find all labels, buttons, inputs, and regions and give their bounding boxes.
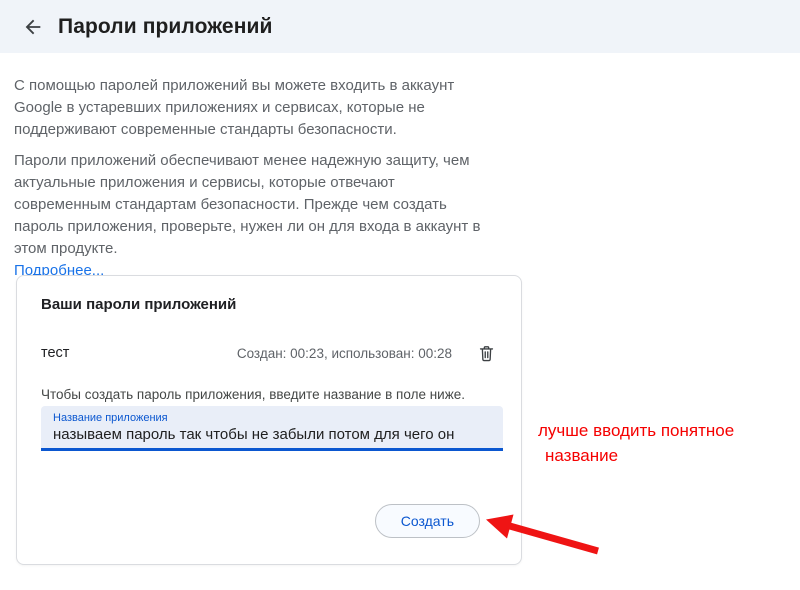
helper-text: Чтобы создать пароль приложения, введите… (41, 387, 497, 402)
card-title: Ваши пароли приложений (41, 296, 497, 313)
intro-text: С помощью паролей приложений вы можете в… (14, 75, 482, 282)
password-name: тест (41, 345, 237, 361)
password-meta: Создан: 00:23, использован: 00:28 (237, 346, 452, 361)
app-name-field[interactable]: Название приложения (41, 406, 503, 451)
annotation-note: лучше вводить понятное название (538, 418, 734, 468)
password-row: тест Создан: 00:23, использован: 00:28 (41, 343, 497, 363)
app-name-input[interactable] (53, 424, 491, 443)
page-header: Пароли приложений (0, 0, 800, 53)
annotation-line-1: лучше вводить понятное (538, 418, 734, 443)
app-passwords-card: Ваши пароли приложений тест Создан: 00:2… (16, 275, 522, 565)
back-button[interactable] (16, 10, 50, 44)
intro-paragraph-1: С помощью паролей приложений вы можете в… (14, 75, 482, 141)
delete-password-button[interactable] (475, 342, 497, 364)
intro-paragraph-2: Пароли приложений обеспечивают менее над… (14, 150, 482, 260)
back-arrow-icon (22, 16, 44, 38)
trash-icon (477, 344, 496, 363)
app-passwords-page: Пароли приложений С помощью паролей прил… (0, 0, 800, 590)
page-title: Пароли приложений (58, 15, 273, 39)
create-button[interactable]: Создать (375, 504, 480, 538)
app-name-field-label: Название приложения (53, 412, 491, 424)
annotation-line-2: название (538, 443, 734, 468)
button-row: Создать (41, 504, 497, 538)
red-arrow-icon (480, 512, 620, 562)
